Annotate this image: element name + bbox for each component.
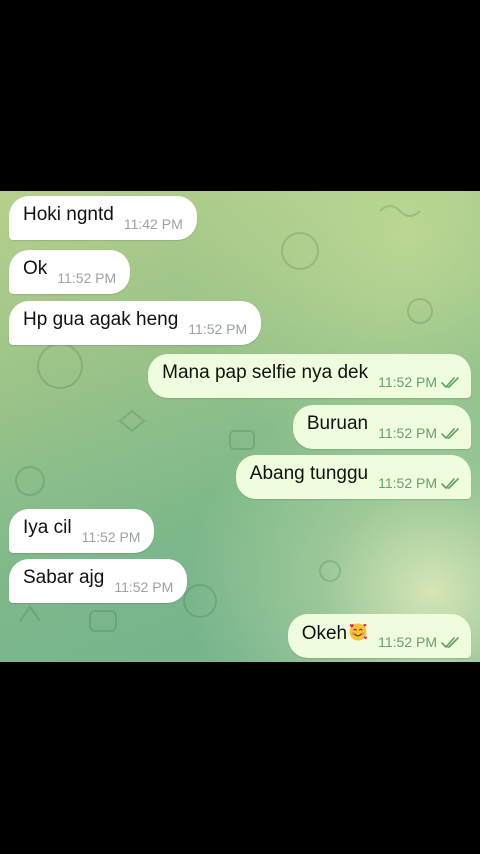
message-bubble-outgoing[interactable]: Abang tunggu 11:52 PM [235,455,471,499]
message-bubble-incoming[interactable]: Sabar ajg 11:52 PM [9,559,188,603]
message-time: 11:52 PM [114,579,174,595]
message-time: 11:52 PM [378,475,437,491]
message-time: 11:42 PM [123,216,183,232]
message-time: 11:52 PM [57,270,117,286]
message-text: Hp gua agak heng [23,309,179,330]
message-time: 11:52 PM [81,529,141,545]
message-time: 11:52 PM [378,634,437,650]
message-text: Iya cil [23,517,72,538]
message-text: Okeh [302,622,368,645]
message-bubble-incoming[interactable]: Hp gua agak heng 11:52 PM [9,301,262,345]
message-time: 11:52 PM [378,425,437,441]
double-check-icon [441,478,459,489]
message-bubble-incoming[interactable]: Iya cil 11:52 PM [9,509,155,553]
double-check-icon [441,637,459,648]
message-text: Abang tunggu [249,463,369,484]
smiling-face-with-hearts-icon [349,623,368,640]
message-text: Mana pap selfie nya dek [162,362,369,383]
message-bubble-outgoing[interactable]: Okeh 11:52 PM [287,614,471,658]
message-time: 11:52 PM [378,374,437,390]
message-text: Hoki ngntd [23,204,114,225]
message-bubble-incoming[interactable]: Ok 11:52 PM [9,250,131,294]
message-bubble-outgoing[interactable]: Mana pap selfie nya dek 11:52 PM [148,354,471,398]
message-bubble-outgoing[interactable]: Buruan 11:52 PM [292,405,471,449]
message-text: Sabar ajg [23,567,105,588]
double-check-icon [441,377,459,388]
message-text: Ok [23,258,48,279]
chat-message-area[interactable]: Hoki ngntd 11:42 PM Ok 11:52 PM Hp gua a… [0,191,480,662]
message-bubble-incoming[interactable]: Hoki ngntd 11:42 PM [9,196,197,240]
screenshot-frame: Hoki ngntd 11:42 PM Ok 11:52 PM Hp gua a… [0,0,480,854]
message-time: 11:52 PM [188,321,248,337]
double-check-icon [441,428,459,439]
message-text-content: Okeh [301,622,348,644]
message-text: Buruan [306,413,369,434]
